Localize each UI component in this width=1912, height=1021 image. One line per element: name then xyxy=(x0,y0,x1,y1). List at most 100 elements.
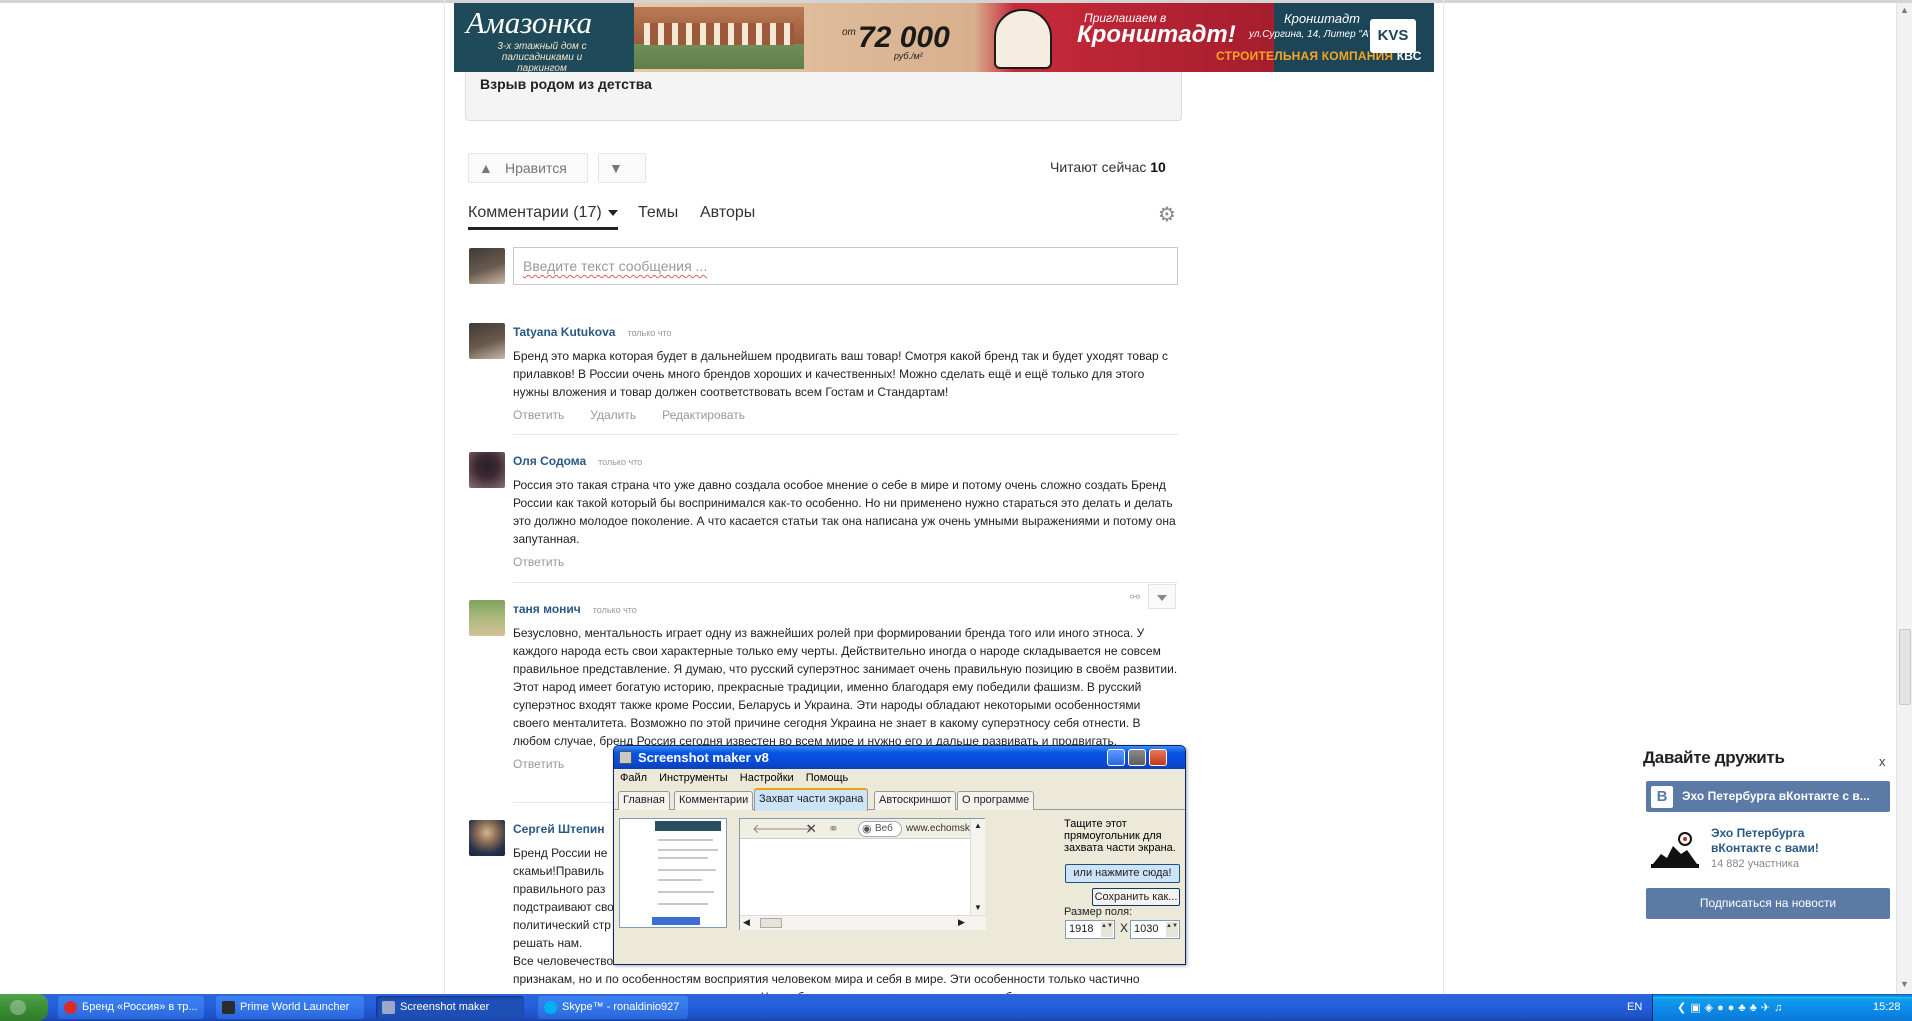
scroll-up-icon[interactable]: ▲ xyxy=(974,821,982,830)
menu-tools[interactable]: Инструменты xyxy=(659,772,728,784)
clover-icon[interactable]: ♣ xyxy=(1750,1002,1761,1014)
tray-clock[interactable]: 15:28 xyxy=(1873,994,1901,1021)
menu-settings[interactable]: Настройки xyxy=(740,772,794,784)
tab-topics[interactable]: Темы xyxy=(638,204,678,222)
embedded-browser[interactable]: 🡐 🡒 ✕ ⚭ ◉Веб www.echomsk.s ▲ ▼ ◀ ▶ xyxy=(739,818,986,930)
start-button[interactable] xyxy=(0,994,48,1021)
maximize-icon[interactable] xyxy=(1128,749,1146,766)
scroll-thumb[interactable] xyxy=(760,918,782,928)
vk-logo-icon: В xyxy=(1651,786,1673,808)
height-spinner[interactable]: 1030 xyxy=(1130,920,1180,939)
language-indicator[interactable]: EN xyxy=(1627,994,1642,1021)
vk-group-image[interactable] xyxy=(1647,824,1702,872)
taskbar-item-opera[interactable]: Бренд «Россия» в тр... xyxy=(58,996,204,1019)
embedded-horizontal-scrollbar[interactable]: ◀ ▶ xyxy=(740,915,986,930)
avatar[interactable] xyxy=(469,452,505,488)
capture-preview-thumbnail[interactable] xyxy=(619,818,727,928)
vk-group-name[interactable]: Эхо Петербурга вКонтакте с вами! xyxy=(1711,826,1841,856)
vk-subscribe-button[interactable]: Подписаться на новости xyxy=(1646,888,1890,919)
tab-about[interactable]: О программе xyxy=(957,791,1035,810)
comment-actions: Ответить Удалить Редактировать xyxy=(513,408,1179,422)
taskbar-item-screenshot-maker[interactable]: Screenshot maker xyxy=(376,996,524,1019)
comment-time: только что xyxy=(627,328,672,338)
embedded-vertical-scrollbar[interactable]: ▲ ▼ xyxy=(970,819,985,915)
chevron-left-icon[interactable]: ❮ xyxy=(1677,1002,1690,1014)
taskbar-item-label: Skype™ - ronaldinio927 xyxy=(562,1001,680,1013)
comment-line: признакам, но и по особенностям восприят… xyxy=(513,972,1140,986)
page-vertical-scrollbar[interactable]: ▲ ▼ xyxy=(1896,3,1912,994)
tab-comments[interactable]: Комментарии xyxy=(674,791,754,810)
related-article-title[interactable]: Взрыв родом из детства xyxy=(480,76,652,92)
reply-link[interactable]: Ответить xyxy=(513,757,564,771)
opera-icon xyxy=(64,1001,77,1014)
comment-menu-button[interactable] xyxy=(1148,584,1176,609)
avatar[interactable] xyxy=(469,820,505,856)
capture-hint: Тащите этот прямоугольник для захвата ча… xyxy=(1064,818,1176,854)
window-tabs: Главная Комментарии Захват части экрана … xyxy=(614,788,1185,811)
menu-file[interactable]: Файл xyxy=(620,772,647,784)
taskbar-item-prime-world[interactable]: Prime World Launcher xyxy=(216,996,364,1019)
width-spinner[interactable]: 1918 xyxy=(1065,920,1115,939)
tray-app-icon[interactable]: ● xyxy=(1717,1002,1728,1014)
window-titlebar[interactable]: Screenshot maker v8 xyxy=(614,746,1185,769)
tab-autoscreenshot[interactable]: Автоскриншот xyxy=(874,791,957,810)
tab-authors[interactable]: Авторы xyxy=(700,204,755,222)
menu-help[interactable]: Помощь xyxy=(806,772,849,784)
preview-line xyxy=(658,879,702,881)
like-button[interactable]: ▲ Нравится xyxy=(468,153,588,183)
globe-icon: ◉ xyxy=(862,823,872,835)
system-tray: EN ❮▣◈●●♣♣✈♫ 15:28 xyxy=(1627,994,1912,1021)
comment-author[interactable]: Tatyana Kutukova xyxy=(513,325,615,339)
link-icon[interactable]: ⚯ xyxy=(1130,590,1140,604)
vk-group-members: 14 882 участника xyxy=(1711,858,1799,870)
taskbar-item-skype[interactable]: Skype™ - ronaldinio927 xyxy=(538,996,688,1019)
clover-icon[interactable]: ♣ xyxy=(1738,1002,1749,1014)
shield-icon[interactable]: ◈ xyxy=(1705,1002,1717,1014)
stop-icon[interactable]: ✕ xyxy=(806,821,817,837)
scroll-down-icon[interactable]: ▼ xyxy=(974,903,982,912)
click-here-button[interactable]: или нажмите сюда! xyxy=(1065,864,1180,883)
scroll-down-icon[interactable]: ▼ xyxy=(1900,979,1909,989)
key-icon[interactable]: ⚭ xyxy=(828,821,839,837)
close-icon[interactable]: x xyxy=(1879,754,1886,769)
comment-input[interactable]: Введите текст сообщения ... xyxy=(513,247,1178,285)
dislike-button[interactable]: ▼ xyxy=(598,153,646,183)
vk-group-bar[interactable]: В Эхо Петербурга вКонтакте с в... xyxy=(1646,781,1890,812)
current-user-avatar xyxy=(469,248,505,284)
thumb-down-icon: ▼ xyxy=(609,160,623,176)
reply-link[interactable]: Ответить xyxy=(513,408,564,422)
plane-icon[interactable]: ✈ xyxy=(1761,1002,1774,1014)
tray-app-icon[interactable]: ● xyxy=(1728,1002,1739,1014)
close-icon[interactable] xyxy=(1149,749,1167,766)
comment-divider xyxy=(513,582,1178,583)
tab-capture-area[interactable]: Захват части экрана xyxy=(754,788,869,811)
comment-author[interactable]: таня монич xyxy=(513,602,581,616)
delete-link[interactable]: Удалить xyxy=(590,408,636,422)
edit-link[interactable]: Редактировать xyxy=(662,408,745,422)
comment-text: Бренд это марка которая будет в дальнейш… xyxy=(513,349,1169,399)
banner-invite-main: Кронштадт! xyxy=(1077,21,1236,48)
url-field[interactable]: www.echomsk.s xyxy=(906,821,970,837)
web-button[interactable]: ◉ Веб xyxy=(858,821,902,837)
scroll-up-icon[interactable]: ▲ xyxy=(1900,5,1909,15)
tab-main[interactable]: Главная xyxy=(618,791,670,810)
banner-sailor-image xyxy=(994,9,1052,69)
reply-link[interactable]: Ответить xyxy=(513,555,564,569)
comment-author[interactable]: Оля Содома xyxy=(513,454,586,468)
scroll-thumb[interactable] xyxy=(1899,629,1911,705)
save-as-button[interactable]: Сохранить как... xyxy=(1092,888,1180,906)
volume-icon[interactable]: ♫ xyxy=(1774,1002,1786,1014)
comment-author[interactable]: Сергей Штепин xyxy=(513,822,605,836)
tab-comments[interactable]: Комментарии (17) xyxy=(468,204,618,230)
ad-banner[interactable]: Амазонка 3-х этажный дом с палисадниками… xyxy=(454,3,1434,72)
prime-world-icon xyxy=(222,1001,235,1014)
scroll-right-icon[interactable]: ▶ xyxy=(958,917,965,928)
minimize-icon[interactable] xyxy=(1107,749,1125,766)
avatar[interactable] xyxy=(469,600,505,636)
network-icon[interactable]: ▣ xyxy=(1690,1002,1704,1014)
avatar[interactable] xyxy=(469,323,505,359)
gear-icon[interactable]: ⚙ xyxy=(1158,205,1178,225)
related-article-card[interactable]: Взрыв родом из детства xyxy=(465,72,1182,121)
scroll-left-icon[interactable]: ◀ xyxy=(743,917,750,928)
comment-body: Оля Содома только что Россия это такая ст… xyxy=(513,452,1179,569)
